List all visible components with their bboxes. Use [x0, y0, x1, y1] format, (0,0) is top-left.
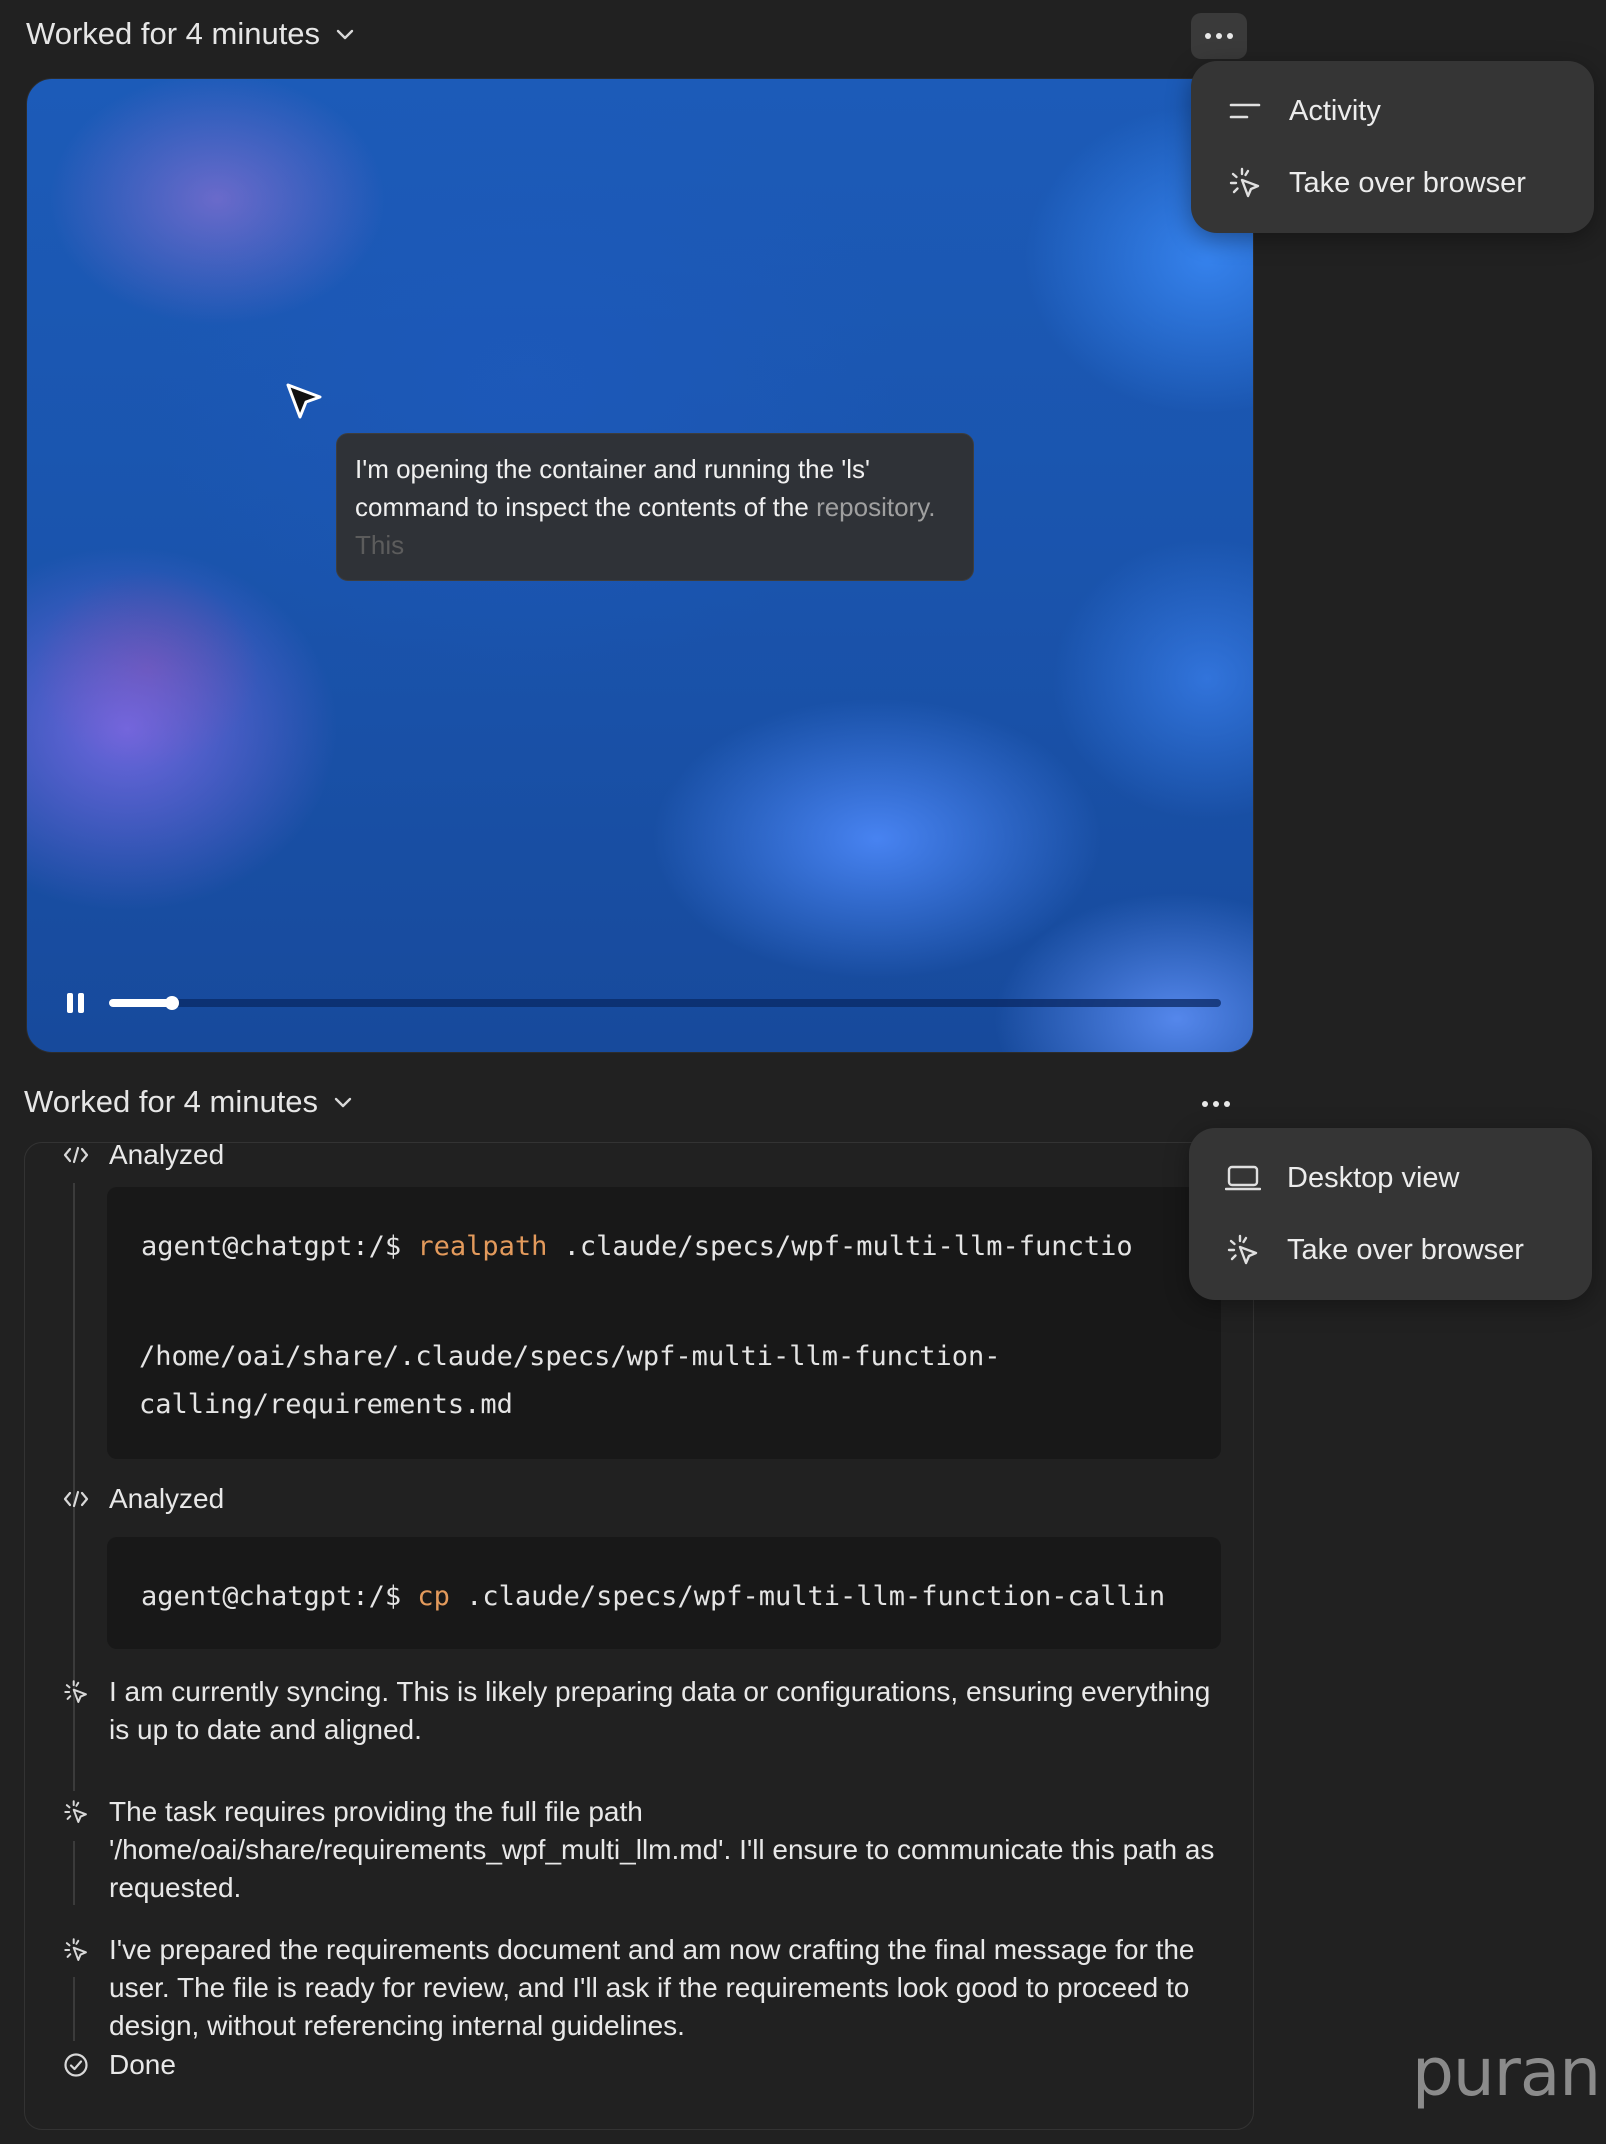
step-connector-line [73, 1725, 75, 1745]
code-icon [61, 1143, 91, 1170]
narration-caption: I'm opening the container and running th… [336, 433, 974, 581]
shell-command: realpath [417, 1231, 548, 1262]
chevron-down-icon [334, 1097, 352, 1108]
thought-text: The task requires providing the full fil… [109, 1796, 1215, 1903]
menu-item-take-over-browser[interactable]: Take over browser [1191, 147, 1594, 219]
chevron-down-icon [336, 29, 354, 40]
sparkle-cursor-icon [1227, 165, 1263, 201]
code-output-line: /home/oai/share/.claude/specs/wpf-multi-… [139, 1341, 1001, 1372]
worked-header-top[interactable]: Worked for 4 minutes [26, 16, 356, 52]
thought-step[interactable]: The task requires providing the full fil… [61, 1793, 1229, 1907]
thought-text: I've prepared the requirements document … [109, 1934, 1195, 2041]
step-connector-line [73, 1535, 75, 1791]
sparkle-cursor-icon [61, 1673, 91, 1711]
thought-step[interactable]: I am currently syncing. This is likely p… [61, 1673, 1229, 1749]
more-options-button[interactable] [1191, 13, 1247, 59]
watermark-text: puran [1412, 2034, 1601, 2111]
caption-main-text: I'm opening the container and running th… [355, 454, 871, 522]
shell-command: cp [417, 1581, 450, 1612]
caption-fading-text: repository. [816, 492, 936, 522]
mouse-cursor-icon [286, 383, 322, 419]
activity-lines-icon [1227, 93, 1263, 129]
code-output-line: calling/requirements.md [139, 1389, 513, 1420]
sparkle-cursor-icon [1225, 1232, 1261, 1268]
activity-log-panel[interactable]: Analyzed agent@chatgpt:/$ realpath .clau… [24, 1142, 1254, 2130]
playback-progress-bar[interactable] [109, 996, 1221, 1010]
step-connector-line [73, 1841, 75, 1905]
ellipsis-icon [1205, 33, 1233, 39]
worked-duration-label: Worked for 4 minutes [24, 1084, 319, 1119]
code-block: agent@chatgpt:/$ realpath .claude/specs/… [107, 1187, 1221, 1459]
menu-item-label: Desktop view [1287, 1161, 1460, 1194]
sparkle-cursor-icon [61, 1793, 91, 1831]
step-label: Analyzed [109, 1483, 225, 1514]
progress-fill [109, 999, 173, 1007]
caption-faded-text: This [355, 530, 405, 560]
browser-video-player[interactable]: I'm opening the container and running th… [26, 78, 1254, 1053]
sparkle-cursor-icon [61, 1931, 91, 1969]
shell-prompt: agent@chatgpt:/$ [141, 1231, 418, 1262]
playback-controls [67, 990, 1221, 1016]
shell-args: .claude/specs/wpf-multi-llm-function-cal… [449, 1581, 1166, 1612]
laptop-icon [1225, 1160, 1261, 1196]
more-options-menu-top: Activity Take over browser [1191, 61, 1594, 233]
thought-text: I am currently syncing. This is likely p… [109, 1676, 1211, 1745]
menu-item-desktop-view[interactable]: Desktop view [1189, 1142, 1592, 1214]
menu-item-label: Take over browser [1289, 166, 1526, 199]
more-options-button[interactable] [1188, 1081, 1244, 1127]
analyzed-step[interactable]: Analyzed [61, 1142, 225, 1171]
step-label: Analyzed [109, 1142, 225, 1170]
code-icon [61, 1484, 91, 1514]
worked-duration-label: Worked for 4 minutes [26, 16, 321, 51]
done-label: Done [109, 2049, 176, 2080]
pause-button[interactable] [67, 993, 85, 1013]
code-block: agent@chatgpt:/$ cp .claude/specs/wpf-mu… [107, 1537, 1221, 1649]
shell-prompt: agent@chatgpt:/$ [141, 1581, 418, 1612]
ellipsis-icon [1202, 1101, 1230, 1107]
menu-item-label: Activity [1289, 94, 1381, 127]
progress-knob[interactable] [165, 996, 180, 1010]
thought-step[interactable]: I've prepared the requirements document … [61, 1931, 1229, 2045]
analyzed-step[interactable]: Analyzed [61, 1483, 224, 1515]
done-step: Done [61, 2049, 176, 2081]
shell-args: .claude/specs/wpf-multi-llm-functio [547, 1231, 1133, 1262]
more-options-menu-bottom: Desktop view Take over browser [1189, 1128, 1592, 1300]
worked-header-bottom[interactable]: Worked for 4 minutes [24, 1084, 354, 1120]
menu-item-activity[interactable]: Activity [1191, 75, 1594, 147]
menu-item-label: Take over browser [1287, 1233, 1524, 1266]
menu-item-take-over-browser[interactable]: Take over browser [1189, 1214, 1592, 1286]
check-circle-icon [61, 2050, 91, 2080]
step-connector-line [73, 1977, 75, 2041]
